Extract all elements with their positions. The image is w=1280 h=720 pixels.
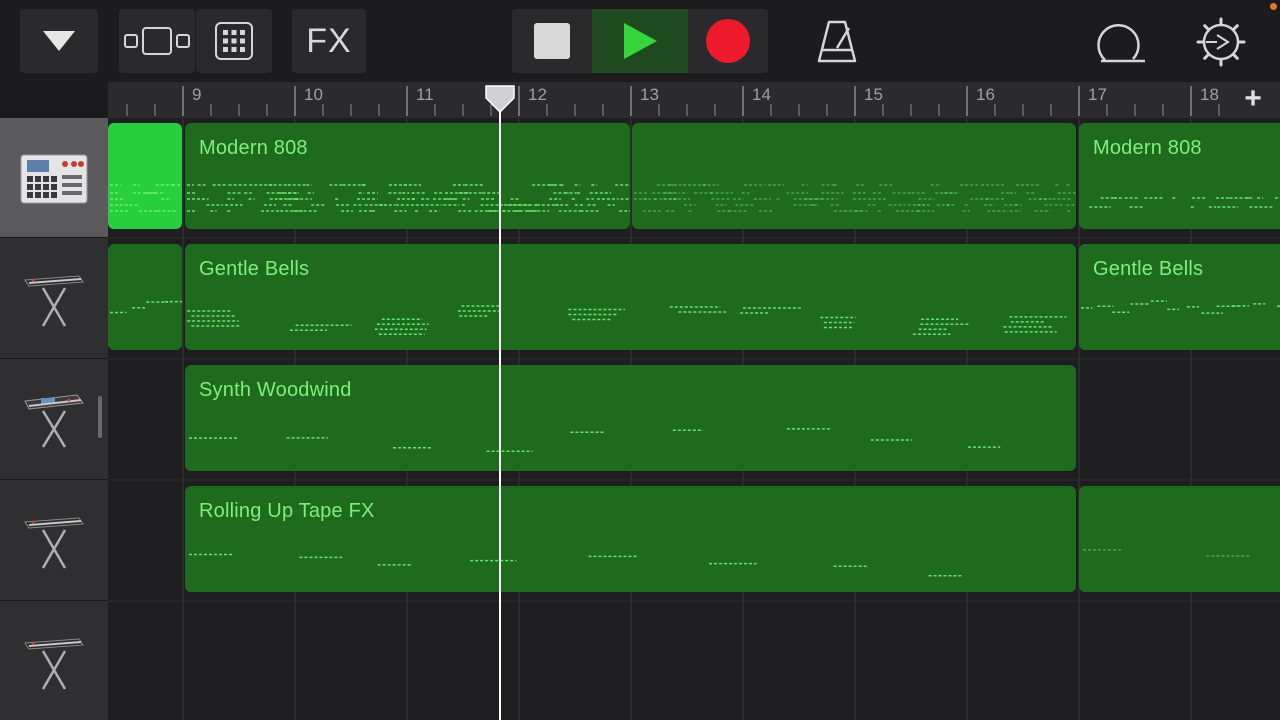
view-switch-icon [124, 27, 190, 55]
region-synth-woodwind[interactable]: Synth Woodwind [185, 365, 1076, 471]
play-icon [624, 23, 657, 59]
region-bells-prev[interactable] [108, 244, 182, 350]
loop-browser-button[interactable] [1094, 16, 1148, 66]
region-modern-808-loop[interactable] [632, 123, 1076, 229]
region-drums-prev[interactable] [108, 123, 182, 229]
track-header-synth-woodwind[interactable] [0, 360, 108, 480]
record-button[interactable] [688, 9, 768, 73]
region-title: Gentle Bells [199, 258, 310, 280]
garageband-tracks-view: FX 9 10 11 12 13 14 15 16 17 18 + Modern… [0, 0, 1280, 720]
region-title: Synth Woodwind [199, 379, 352, 401]
track-header-gentle-bells[interactable] [0, 239, 108, 359]
stop-icon [534, 23, 570, 59]
track-grid[interactable]: Modern 808 Modern 808 Gentle Bells Gentl… [108, 118, 1280, 720]
bar-number: 11 [416, 85, 434, 104]
bar-number: 17 [1088, 85, 1107, 104]
region-gentle-bells[interactable]: Gentle Bells [185, 244, 1076, 350]
bar-number: 13 [640, 85, 659, 104]
playhead-line [499, 104, 501, 720]
region-title: Modern 808 [1093, 137, 1202, 159]
region-title: Gentle Bells [1093, 258, 1204, 280]
bar-number: 18 [1200, 85, 1219, 104]
track-header-tape-fx[interactable] [0, 481, 108, 601]
record-icon [706, 19, 750, 63]
bar-number: 15 [864, 85, 883, 104]
header-scroll-indicator[interactable] [98, 396, 102, 438]
fx-button[interactable]: FX [292, 9, 366, 73]
bar-number: 16 [976, 85, 995, 104]
keyboard-icon [24, 274, 84, 327]
view-switch-button[interactable] [119, 9, 195, 73]
loop-icon [1097, 23, 1145, 63]
stop-button[interactable] [512, 9, 592, 73]
add-section-button[interactable]: + [1226, 82, 1280, 116]
menu-button[interactable] [20, 9, 98, 73]
bar-number: 14 [752, 85, 771, 104]
transport-controls [512, 9, 768, 73]
synth-keyboard-icon [24, 393, 84, 448]
region-tape-fx-loop[interactable] [1079, 486, 1280, 592]
region-modern-808-2[interactable]: Modern 808 [1079, 123, 1280, 229]
dropdown-triangle-icon [43, 31, 75, 51]
track-header-empty[interactable] [0, 602, 108, 720]
drum-machine-icon [20, 154, 88, 203]
settings-icon [1196, 17, 1246, 67]
track-header-drums[interactable] [0, 118, 108, 238]
playhead-handle[interactable] [484, 84, 516, 114]
toolbar: FX [0, 0, 1280, 82]
play-button[interactable] [592, 9, 688, 73]
region-title: Rolling Up Tape FX [199, 500, 375, 522]
region-modern-808[interactable]: Modern 808 [185, 123, 630, 229]
bar-number: 10 [304, 85, 323, 104]
region-rolling-up-tape-fx[interactable]: Rolling Up Tape FX [185, 486, 1076, 592]
grid-icon [215, 22, 253, 60]
metronome-icon [817, 20, 857, 63]
region-gentle-bells-2[interactable]: Gentle Bells [1079, 244, 1280, 350]
keyboard-icon [24, 637, 84, 690]
track-headers [0, 118, 108, 720]
notification-dot [1270, 3, 1277, 10]
region-title: Modern 808 [199, 137, 308, 159]
browser-grid-button[interactable] [196, 9, 272, 73]
bar-number: 12 [528, 85, 547, 104]
bar-ruler[interactable]: 9 10 11 12 13 14 15 16 17 18 [108, 82, 1280, 118]
bar-number: 9 [192, 85, 202, 104]
fx-label: FX [306, 21, 352, 60]
settings-button[interactable] [1194, 16, 1248, 68]
metronome-button[interactable] [812, 16, 862, 66]
keyboard-icon [24, 516, 84, 569]
